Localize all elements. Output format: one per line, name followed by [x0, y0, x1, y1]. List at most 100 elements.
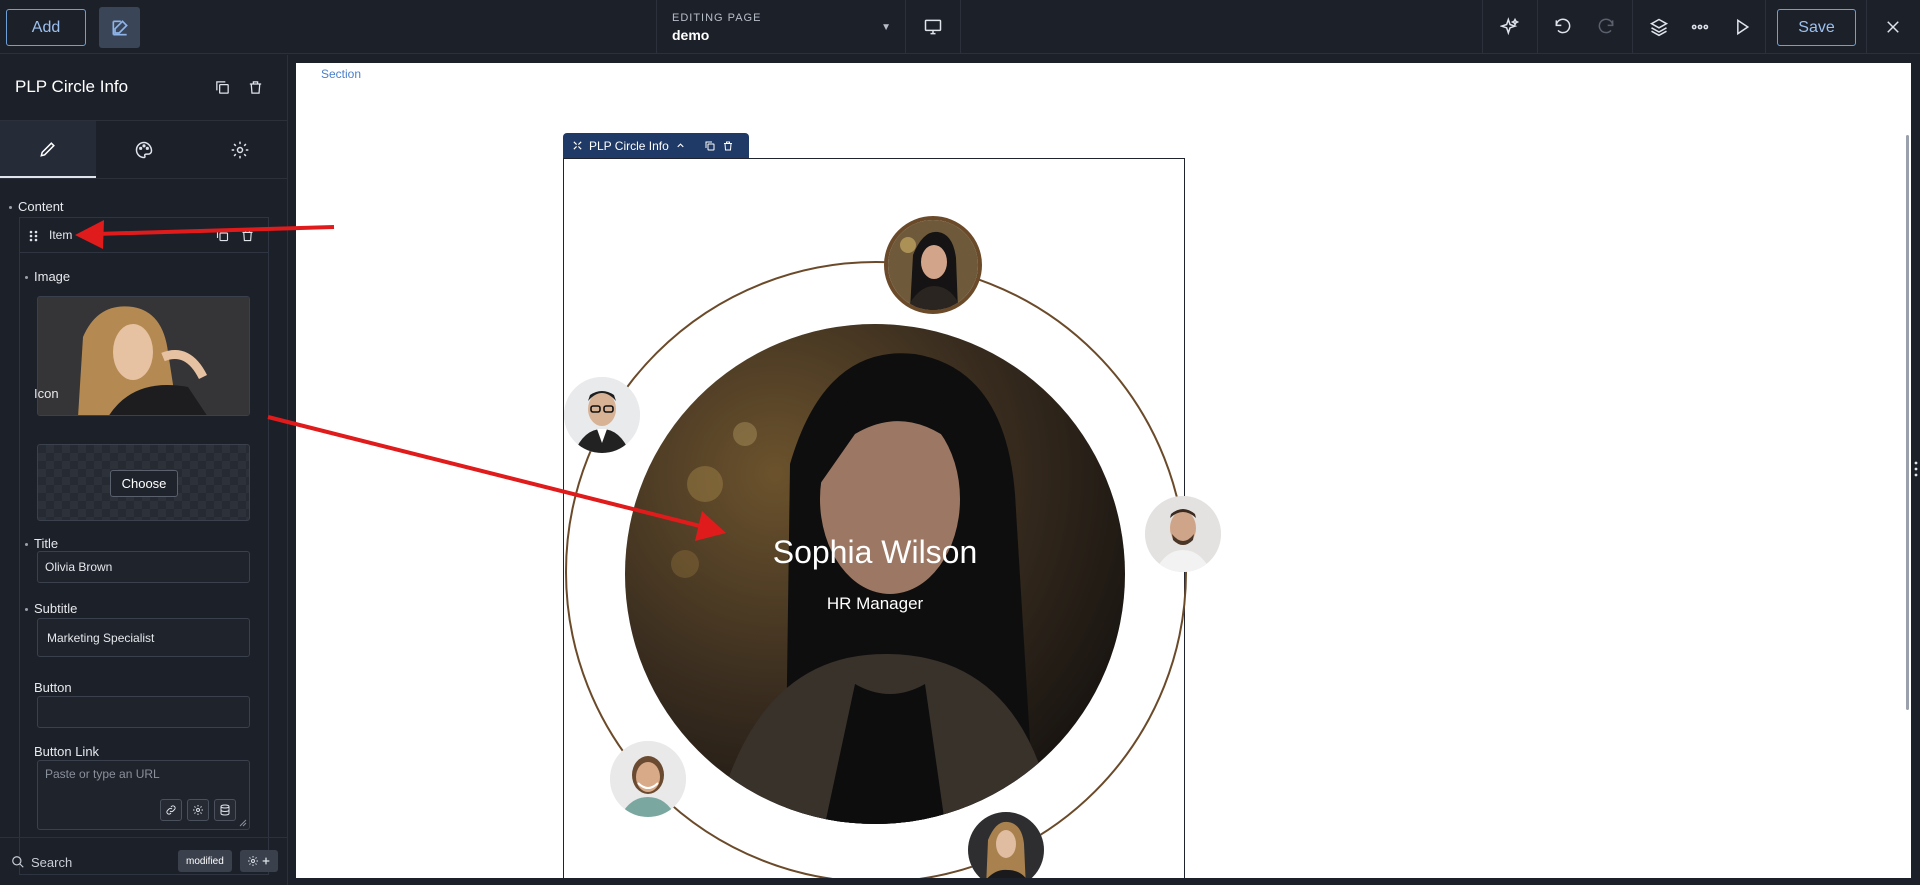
page-canvas[interactable]: Section PLP Circle Info Sophia Wilson HR… [296, 63, 1911, 878]
close-icon [1887, 21, 1899, 33]
expand-icon[interactable] [572, 140, 583, 151]
canvas-scrollbar[interactable] [1906, 135, 1909, 710]
link-button[interactable] [160, 799, 182, 821]
play-icon [1737, 18, 1750, 36]
sidebar-header: PLP Circle Info [0, 55, 288, 121]
gear-icon [248, 856, 258, 866]
divider [1866, 0, 1867, 54]
subtitle-label-text: Subtitle [34, 601, 78, 616]
undo-button[interactable] [1550, 14, 1576, 40]
add-button[interactable]: Add [6, 9, 86, 46]
trash-icon [249, 80, 261, 94]
button-link-field-label: Button Link [34, 744, 100, 759]
modified-filter-button[interactable]: modified [178, 850, 232, 872]
icon-picker[interactable]: Choose [37, 444, 250, 521]
image-thumbnail-photo [38, 297, 249, 415]
center-person-photo[interactable]: Sophia Wilson HR Manager [625, 324, 1125, 824]
sparkle-icon [1500, 17, 1520, 36]
subtitle-input[interactable]: Marketing Specialist [37, 618, 250, 657]
avatar-right[interactable] [1145, 496, 1221, 572]
bullet [25, 543, 28, 547]
avatar-photo [968, 812, 1044, 878]
search-icon [12, 856, 24, 868]
tab-style[interactable] [96, 121, 192, 178]
repeater-item: Item Image Icon Choose Title Olivia Brow… [19, 217, 269, 875]
center-role: HR Manager [826, 594, 924, 613]
delete-widget-button[interactable] [245, 77, 265, 97]
ai-sparkle-button[interactable] [1497, 14, 1523, 40]
avatar-top[interactable] [884, 216, 982, 314]
content-label-text: Content [18, 199, 64, 214]
canvas-area: Section PLP Circle Info Sophia Wilson HR… [289, 55, 1920, 885]
choose-icon-button[interactable]: Choose [110, 470, 178, 497]
page-name: demo [672, 27, 710, 43]
pencil-square-icon [112, 19, 128, 35]
content-section-label[interactable]: Content [9, 199, 64, 214]
redo-button[interactable] [1593, 14, 1619, 40]
subtitle-field-label: Subtitle [25, 601, 77, 616]
link-settings-button[interactable] [187, 799, 209, 821]
panel-resize-handle-icon[interactable] [1913, 460, 1919, 478]
sidebar-tabs [0, 121, 288, 179]
page-selector[interactable]: EDITING PAGE demo ▼ [656, 0, 906, 54]
pencil-icon [40, 141, 55, 157]
avatar-bottom-left[interactable] [610, 741, 686, 817]
avatar-photo [564, 377, 640, 453]
desktop-icon [924, 19, 942, 35]
palette-icon [135, 141, 153, 158]
preview-button[interactable] [1729, 14, 1755, 40]
gear-icon [193, 805, 203, 815]
image-preview[interactable] [37, 296, 250, 416]
drag-handle-icon[interactable] [29, 230, 39, 242]
circle-info-widget[interactable]: Sophia Wilson HR Manager [563, 158, 1221, 878]
top-bar: Add EDITING PAGE demo ▼ Save [0, 0, 1920, 54]
resize-grip-icon[interactable] [237, 817, 247, 827]
avatar-photo [888, 220, 978, 310]
avatar-bottom[interactable] [968, 812, 1044, 878]
subtitle-input-value: Marketing Specialist [47, 631, 155, 645]
tab-content[interactable] [0, 121, 96, 178]
image-field-label: Image [25, 269, 70, 284]
widget-toolbar-label: PLP Circle Info [589, 138, 669, 153]
copy-icon[interactable] [704, 140, 716, 152]
save-button[interactable]: Save [1777, 9, 1856, 46]
avatar-photo [610, 741, 686, 817]
repeater-item-header[interactable]: Item [20, 218, 268, 253]
device-switch-button[interactable] [906, 0, 961, 54]
more-options-button[interactable] [1687, 14, 1713, 40]
redo-icon [1598, 18, 1614, 34]
edit-mode-button[interactable] [99, 7, 140, 48]
copy-icon[interactable] [215, 228, 230, 243]
center-name: Sophia Wilson [772, 534, 978, 570]
layers-button[interactable] [1646, 14, 1672, 40]
layers-icon [1649, 18, 1669, 37]
divider [1765, 0, 1766, 54]
bullet [25, 608, 28, 612]
button-text-input[interactable] [37, 696, 250, 728]
add-setting-button[interactable] [240, 850, 278, 872]
duplicate-widget-button[interactable] [212, 77, 232, 97]
section-label[interactable]: Section [321, 67, 361, 81]
item-label: Item [49, 228, 73, 242]
title-input[interactable]: Olivia Brown [37, 551, 250, 583]
search-input[interactable]: Search [31, 855, 72, 870]
trash-icon[interactable] [722, 140, 734, 152]
divider [1482, 0, 1483, 54]
button-text-value [38, 697, 249, 717]
more-dots-icon [1691, 24, 1709, 30]
chevron-up-icon[interactable] [675, 140, 686, 151]
tab-advanced[interactable] [192, 121, 288, 178]
widget-title: PLP Circle Info [15, 77, 129, 96]
avatar-photo [1145, 496, 1221, 572]
trash-icon[interactable] [240, 228, 255, 243]
dynamic-data-button[interactable] [214, 799, 236, 821]
button-link-input[interactable]: Paste or type an URL [37, 760, 250, 830]
close-button[interactable] [1880, 14, 1906, 40]
chevron-down-icon: ▼ [881, 22, 891, 33]
avatar-left[interactable] [564, 377, 640, 453]
undo-icon [1555, 18, 1571, 34]
image-label-text: Image [34, 269, 71, 284]
link-icon [166, 805, 176, 815]
divider [1632, 0, 1633, 54]
widget-toolbar[interactable]: PLP Circle Info [563, 133, 749, 158]
